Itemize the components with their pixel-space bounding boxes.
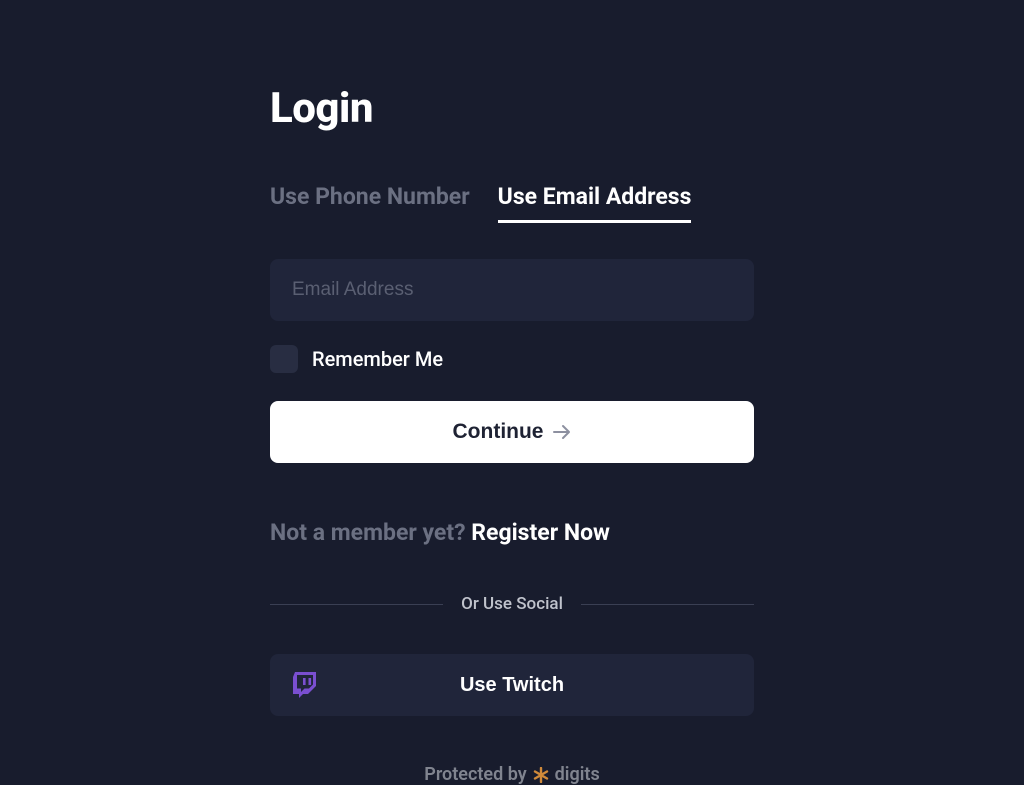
divider-line-left	[270, 604, 443, 605]
divider-text: Or Use Social	[461, 594, 563, 614]
register-link[interactable]: Register Now	[471, 519, 610, 546]
footer-brand: digits	[555, 764, 600, 785]
page-title: Login	[270, 84, 754, 133]
remember-label: Remember Me	[312, 347, 443, 371]
twitch-button[interactable]: Use Twitch	[270, 654, 754, 716]
tab-phone[interactable]: Use Phone Number	[270, 183, 470, 223]
social-divider: Or Use Social	[270, 594, 754, 614]
remember-row: Remember Me	[270, 345, 754, 373]
footer: Protected by digits	[270, 764, 754, 785]
twitch-icon	[292, 671, 318, 699]
remember-checkbox[interactable]	[270, 345, 298, 373]
login-container: Login Use Phone Number Use Email Address…	[270, 0, 754, 785]
twitch-button-label: Use Twitch	[270, 674, 754, 697]
continue-button[interactable]: Continue	[270, 401, 754, 463]
divider-line-right	[581, 604, 754, 605]
asterisk-icon	[533, 767, 549, 783]
register-row: Not a member yet? Register Now	[270, 519, 754, 546]
tab-row: Use Phone Number Use Email Address	[270, 183, 754, 223]
footer-protected-text: Protected by	[424, 764, 526, 785]
email-field[interactable]	[270, 259, 754, 321]
tab-email[interactable]: Use Email Address	[498, 183, 692, 223]
continue-button-label: Continue	[453, 420, 544, 444]
arrow-right-icon	[553, 424, 571, 440]
register-prompt: Not a member yet?	[270, 519, 471, 546]
